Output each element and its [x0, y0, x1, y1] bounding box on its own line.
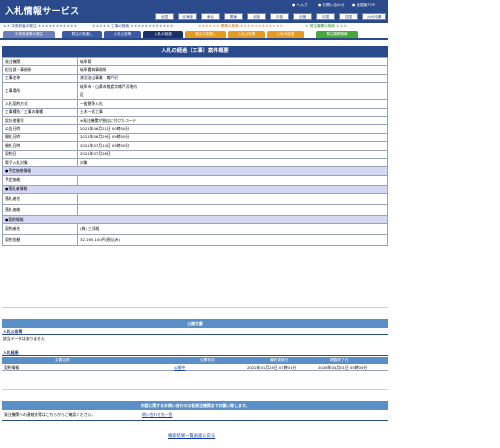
section-contract: ●契約情報	[2, 215, 388, 225]
contact-link[interactable]: ● お問い合わせ	[318, 3, 345, 8]
section-estimate: ●予定価格情報	[2, 166, 388, 176]
col-doc-name: 文書名称	[55, 358, 70, 362]
row-value	[77, 204, 388, 217]
national-top-link[interactable]: ● 全国版TOP	[352, 3, 375, 8]
tab-service-progress[interactable]: 入札の経過	[267, 31, 304, 38]
category-service: 業務の検索	[220, 24, 239, 28]
region-chugoku[interactable]: 中国	[316, 13, 335, 20]
region-shikoku[interactable]: 四国	[339, 13, 358, 20]
site-logo[interactable]: 入札情報サービス	[5, 4, 79, 17]
nav-divider	[0, 38, 388, 40]
tab-construction-progress[interactable]: 入札の経過	[143, 31, 183, 38]
region-hokkaido[interactable]: 北海道	[178, 13, 197, 20]
row-label: 開札日時	[2, 141, 78, 151]
divider	[2, 307, 388, 308]
row-label: 担当部・事務所	[2, 65, 78, 75]
row-value: 2021年06月21日 00時00分	[77, 124, 388, 134]
divider	[2, 355, 388, 356]
tab-service-outlook[interactable]: 発注の見通し	[185, 31, 226, 38]
row-label: 設計書番号	[2, 115, 78, 126]
doc-name: 契約情報	[4, 365, 20, 370]
detail-title: 入札の経過（工事）案件概要	[2, 46, 388, 57]
row-label: 電子入札対象	[2, 157, 78, 168]
category-construction: 工事の検索	[111, 24, 130, 28]
row-label: 工事種別／工事の業種	[2, 107, 78, 117]
tab-construction-notice[interactable]: 入札公告等	[104, 31, 141, 38]
row-value: 土木一式工事	[77, 107, 388, 117]
col-status: 公開状況	[200, 358, 215, 362]
row-label: 工事名称	[2, 73, 78, 84]
tab-agency-info[interactable]: 発注機関情報	[316, 31, 358, 38]
notice-empty: 該当データはありません	[3, 336, 45, 341]
tab-service-notice[interactable]: 入札公告等	[228, 31, 265, 38]
region-kanto[interactable]: 関東	[224, 13, 243, 20]
tab-construction-outlook[interactable]: 発注の見通し	[62, 31, 102, 38]
detail-table: 発注機関 岐阜県 担当部・事務所 岐阜農林事務所 工事名称 漆沼治山事業 樽戸沢 工事…	[2, 56, 388, 247]
location-line1: 岐阜市・山県市椎倉字樽戸沢地内	[80, 84, 137, 90]
inquiry-banner: 内容に関するお問い合わせは各発注機関までお願い致します。	[2, 401, 388, 410]
category-label: ＊＊＊＊＊ 工事の検索 ＊＊＊＊＊＊＊＊＊＊＊＊	[92, 24, 174, 28]
region-kyushu[interactable]: 九州沖縄	[362, 13, 386, 20]
row-label: 予定価格	[2, 174, 78, 186]
row-value	[77, 174, 388, 186]
location-line2: 区	[80, 92, 84, 98]
region-zenkoku[interactable]: 全国	[155, 13, 174, 20]
row-label: 工事場所	[2, 82, 78, 101]
region-kinki[interactable]: 近畿	[293, 13, 312, 20]
row-value: 2021年07月14日 09時00分	[77, 141, 388, 151]
row-value: 漆沼治山事業 樽戸沢	[77, 73, 388, 84]
back-to-results-link[interactable]: 検索結果一覧画面に戻る	[168, 433, 215, 439]
category-agency: 発注機関の検索	[309, 24, 335, 28]
row-label: 契約者名	[2, 223, 78, 236]
row-value: 2021年06月29日 09時00分	[77, 132, 388, 143]
section-winner: ●落札者情報	[2, 184, 388, 195]
row-value: (株) 三洋組	[77, 223, 388, 236]
row-value: 岐阜市・山県市椎倉字樽戸沢地内区	[77, 82, 388, 101]
row-value	[77, 193, 388, 206]
row-value: 32,165,100円(税込み)	[77, 234, 388, 247]
row-label: 開札日時	[2, 132, 78, 143]
row-value: 対象	[77, 157, 388, 168]
divider	[2, 334, 388, 335]
category-label: ＊＊ 中央府省の発注 ＊＊＊＊＊＊＊＊＊＊＊	[3, 24, 78, 28]
row-label: 発注機関	[2, 56, 78, 67]
row-label: 公告日時	[2, 124, 78, 134]
row-label: 契約金額	[2, 234, 78, 247]
region-chubu[interactable]: 中部	[270, 13, 289, 20]
region-hokuriku[interactable]: 北陸	[247, 13, 266, 20]
row-value: 岐阜農林事務所	[77, 65, 388, 75]
region-tohoku[interactable]: 東北	[201, 13, 220, 20]
public-docs-title: 公開文書	[2, 319, 388, 328]
row-label: 入札契約方式	[2, 99, 78, 109]
inquiry-text: 発注機関への連絡先等はこちらからご確認ください。	[4, 412, 96, 417]
category-label: ＊ 発注機関の検索 ＊＊＊	[305, 24, 347, 28]
row-label: 落札価格	[2, 204, 78, 217]
contact-list-link[interactable]: 問い合わせ先一覧	[142, 412, 172, 418]
row-value: 一般競争入札	[77, 99, 388, 109]
tab-central-orders[interactable]: 中央府省等の発注	[3, 31, 55, 38]
doc-end: 2026年04月01日 00時00分	[318, 365, 368, 370]
category-central: 中央府省の発注	[11, 24, 37, 28]
category-label: ＊＊＊＊＊＊ 業務の検索 ＊＊＊＊＊＊＊＊＊＊＊＊	[198, 24, 283, 28]
divider	[2, 420, 388, 421]
col-updated: 最終更新日	[270, 358, 289, 362]
row-value: 岐阜県	[77, 56, 388, 67]
doc-updated: 2022年01月25日 07時01分	[247, 365, 297, 370]
col-end: 掲載終了日	[330, 358, 349, 362]
row-value: 2021年07月26日	[77, 149, 388, 159]
row-value: ※発注機関が独自に付けたコード	[77, 115, 388, 126]
help-link[interactable]: ● ヘルプ	[292, 3, 307, 8]
row-label: 契約日	[2, 149, 78, 159]
doc-status-link[interactable]: 公開中	[174, 365, 185, 371]
divider	[2, 389, 388, 390]
row-label: 落札者名	[2, 193, 78, 206]
